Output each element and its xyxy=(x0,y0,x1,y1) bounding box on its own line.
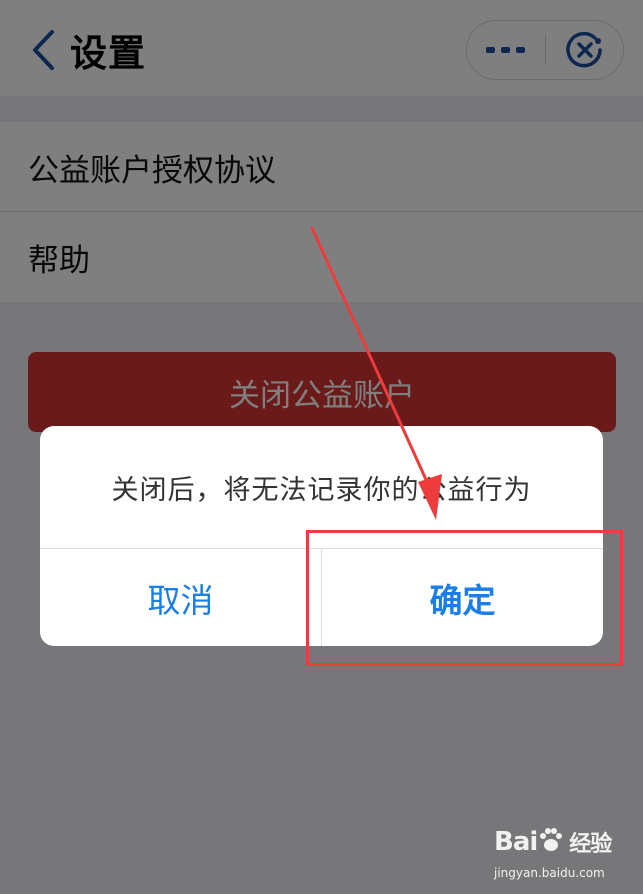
baidu-jingyan-watermark: Bai 经验 jingyan.baidu.com xyxy=(494,826,634,888)
paw-icon xyxy=(540,828,563,851)
watermark-logo: Bai 经验 xyxy=(494,827,612,857)
cancel-button[interactable]: 取消 xyxy=(40,549,321,646)
watermark-url: jingyan.baidu.com xyxy=(494,866,605,880)
annotation-highlight-box xyxy=(306,530,623,666)
